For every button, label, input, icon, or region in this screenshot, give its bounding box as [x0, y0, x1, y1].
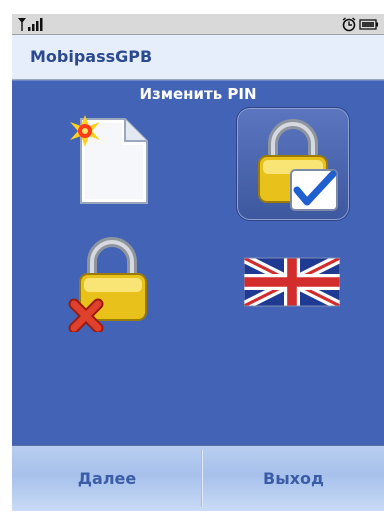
softkey-bar: Далее Выход [12, 445, 384, 511]
menu-item-change-pin[interactable] [236, 107, 350, 221]
menu-item-new-document[interactable] [56, 103, 168, 215]
signal-strength-icon [18, 18, 43, 31]
title-bar: MobipassGPB [12, 35, 384, 80]
phone-screen: MobipassGPB Изменить PIN Далее Выход [12, 14, 384, 511]
exit-button[interactable]: Выход [203, 446, 384, 511]
next-button[interactable]: Далее [12, 446, 202, 511]
uk-flag-icon [244, 257, 340, 307]
padlock-delete-icon [68, 237, 147, 332]
menu-item-language[interactable] [236, 226, 348, 338]
alarm-battery-icon [342, 17, 378, 32]
menu-item-delete-pin[interactable] [56, 226, 168, 338]
main-menu-area: Изменить PIN [12, 80, 384, 455]
app-title: MobipassGPB [30, 47, 153, 66]
screen-title: Изменить PIN [139, 85, 257, 103]
status-bar [12, 14, 384, 35]
new-document-icon [70, 115, 148, 204]
padlock-check-icon [258, 119, 338, 211]
